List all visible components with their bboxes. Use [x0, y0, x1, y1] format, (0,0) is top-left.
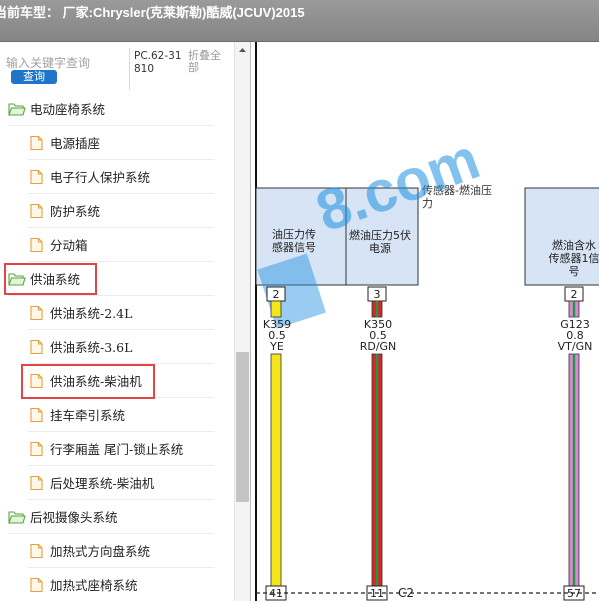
window-title: 当前车型： 厂家:Chrysler(克莱斯勒)酷威(JCUV)2015	[0, 5, 305, 20]
collapse-all-button[interactable]: 折叠全部	[188, 50, 228, 74]
wire-color-label: RD/GN	[360, 340, 397, 353]
sidebar-scroll-thumb[interactable]	[236, 352, 249, 502]
tree-item-label: 后处理系统-柴油机	[50, 476, 155, 491]
box-3-line-1: 燃油含水	[552, 238, 596, 252]
tree-item-label: 供油系统-3.6L	[50, 340, 133, 355]
tree-item[interactable]: 电源插座	[28, 126, 214, 160]
wire-stripe	[572, 354, 576, 586]
tree-item-label: 供油系统	[30, 272, 81, 287]
document-icon	[30, 577, 43, 592]
wire	[270, 353, 282, 587]
pin-top-number: 2	[273, 288, 280, 301]
wire-stripe	[375, 354, 379, 586]
pin-top-number: 3	[374, 288, 381, 301]
tree-item[interactable]: 电子行人保护系统	[28, 160, 214, 194]
document-icon	[30, 203, 43, 218]
document-icon	[30, 237, 43, 252]
tree-item-label: 电源插座	[50, 136, 101, 151]
tree-folder[interactable]: 后视摄像头系统	[8, 500, 214, 534]
tree-item[interactable]: 供油系统-2.4L	[28, 296, 214, 330]
sidebar-scrollbar[interactable]	[234, 42, 250, 601]
scroll-up-icon[interactable]	[234, 42, 251, 59]
tree-item[interactable]: 行李厢盖 尾门-锁止系统	[28, 432, 214, 466]
tree-item[interactable]: 防护系统	[28, 194, 214, 228]
tree-item-label: 行李厢盖 尾门-锁止系统	[50, 442, 184, 457]
tree-item-label: 供油系统-2.4L	[50, 306, 133, 321]
wires-group: 2K3590.5YE413K3500.5RD/GN112G1230.8VT/GN…	[263, 286, 593, 601]
title-bar: 当前车型： 厂家:Chrysler(克莱斯勒)酷威(JCUV)2015	[0, 0, 599, 42]
tree-item[interactable]: 挂车牵引系统	[28, 398, 214, 432]
document-icon	[30, 475, 43, 490]
folder-open-icon	[8, 102, 26, 116]
folder-open-icon	[8, 272, 26, 286]
box-3-line-2: 传感器1信	[549, 252, 599, 265]
document-icon	[30, 339, 43, 354]
tree-folder[interactable]: 供油系统	[8, 262, 214, 296]
wire-stripe	[375, 301, 379, 317]
tree-item[interactable]: 加热式方向盘系统	[28, 534, 214, 568]
document-icon	[30, 543, 43, 558]
tree-item[interactable]: 供油系统-柴油机	[28, 364, 214, 398]
tree-item[interactable]: 加热式座椅系统	[28, 568, 214, 601]
tree-item[interactable]: 供油系统-3.6L	[28, 330, 214, 364]
wire-color-label: YE	[269, 340, 284, 353]
tree-item-label: 供油系统-柴油机	[50, 374, 142, 389]
document-icon	[30, 373, 43, 388]
connector-label: C2	[398, 586, 414, 600]
tree-folder[interactable]: 电动座椅系统	[8, 92, 214, 126]
box-3-line-3: 号	[569, 265, 580, 278]
tree-item-label: 电动座椅系统	[30, 102, 106, 117]
document-icon	[30, 407, 43, 422]
tree-item-label: 后视摄像头系统	[30, 510, 118, 525]
tree-item[interactable]: 分动箱	[28, 228, 214, 262]
document-icon	[30, 135, 43, 150]
tree-item-label: 加热式座椅系统	[50, 578, 138, 593]
search-button[interactable]: 查询	[11, 70, 57, 84]
tree-item-label: 电子行人保护系统	[50, 170, 151, 185]
document-code: PC.62-31810	[134, 50, 182, 75]
document-icon	[30, 169, 43, 184]
tree-item-label: 防护系统	[50, 204, 101, 219]
document-icon	[30, 305, 43, 320]
tree-item-label: 挂车牵引系统	[50, 408, 126, 423]
divider	[129, 48, 130, 90]
tree-item[interactable]: 后处理系统-柴油机	[28, 466, 214, 500]
wire-stripe	[572, 301, 576, 317]
sidebar: 查询 PC.62-31810 折叠全部 电动座椅系统电源插座电子行人保护系统防护…	[0, 42, 251, 601]
wiring-diagram: 油压力传 感器信号 燃油压力5伏 电源 燃油含水 传感器1信 号 传感器-燃油压…	[252, 42, 599, 601]
pin-top-number: 2	[571, 288, 578, 301]
wiring-diagram-canvas: 油压力传 感器信号 燃油压力5伏 电源 燃油含水 传感器1信 号 传感器-燃油压…	[255, 42, 599, 601]
folder-open-icon	[8, 510, 26, 524]
box-1-line-2: 感器信号	[272, 241, 316, 254]
tree-item-label: 加热式方向盘系统	[50, 544, 151, 559]
document-icon	[30, 441, 43, 456]
box-1-line-1: 油压力传	[272, 227, 316, 241]
tree-item-label: 分动箱	[50, 238, 88, 253]
wire-segment	[270, 300, 282, 318]
wire-color-label: VT/GN	[558, 340, 593, 353]
box-2-line-2: 电源	[369, 241, 391, 255]
component-box-3[interactable]	[524, 187, 599, 286]
